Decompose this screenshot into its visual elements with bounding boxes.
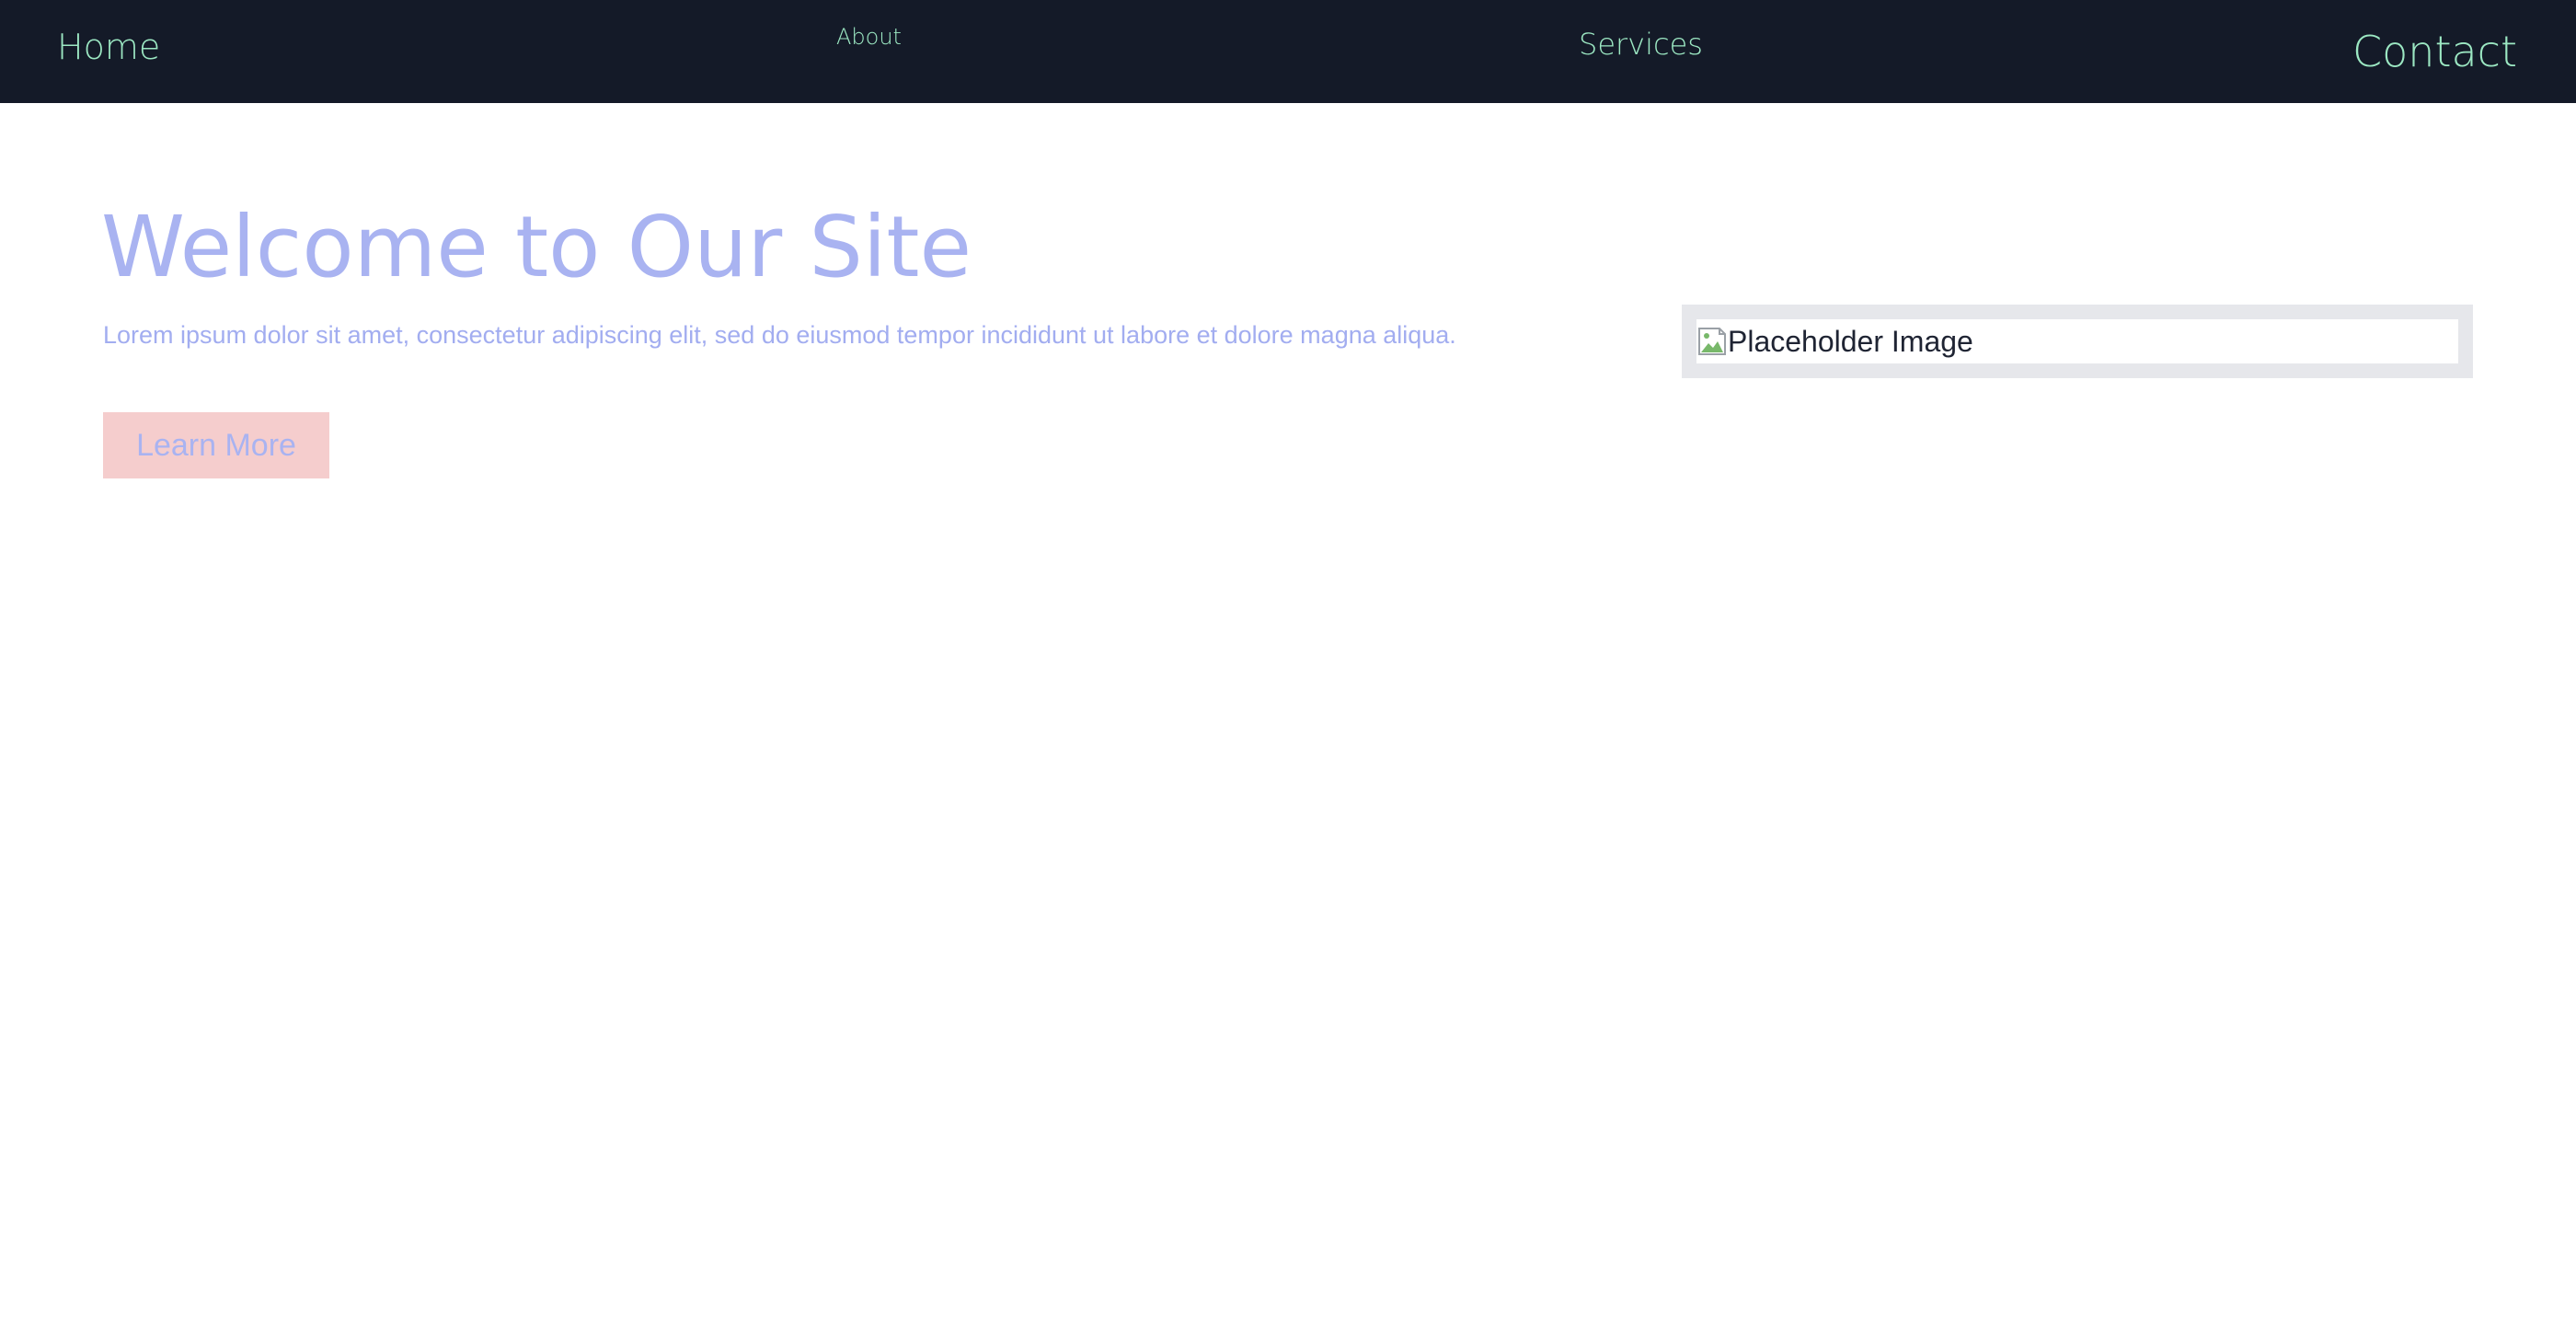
nav-link-services[interactable]: Services [1579,29,1703,59]
placeholder-image-frame: Placeholder Image [1682,305,2473,378]
nav-link-contact[interactable]: Contact [2352,30,2517,73]
placeholder-image: Placeholder Image [1696,319,2458,363]
top-navigation: Home About Services Contact [0,0,2576,103]
learn-more-button[interactable]: Learn More [103,412,329,478]
placeholder-image-alt-text: Placeholder Image [1728,324,1973,358]
broken-image-icon [1698,328,1726,355]
nav-link-about[interactable]: About [836,26,902,48]
hero-title: Welcome to Our Site [101,198,972,296]
hero-description: Lorem ipsum dolor sit amet, consectetur … [103,321,1456,349]
nav-link-home[interactable]: Home [57,29,160,64]
